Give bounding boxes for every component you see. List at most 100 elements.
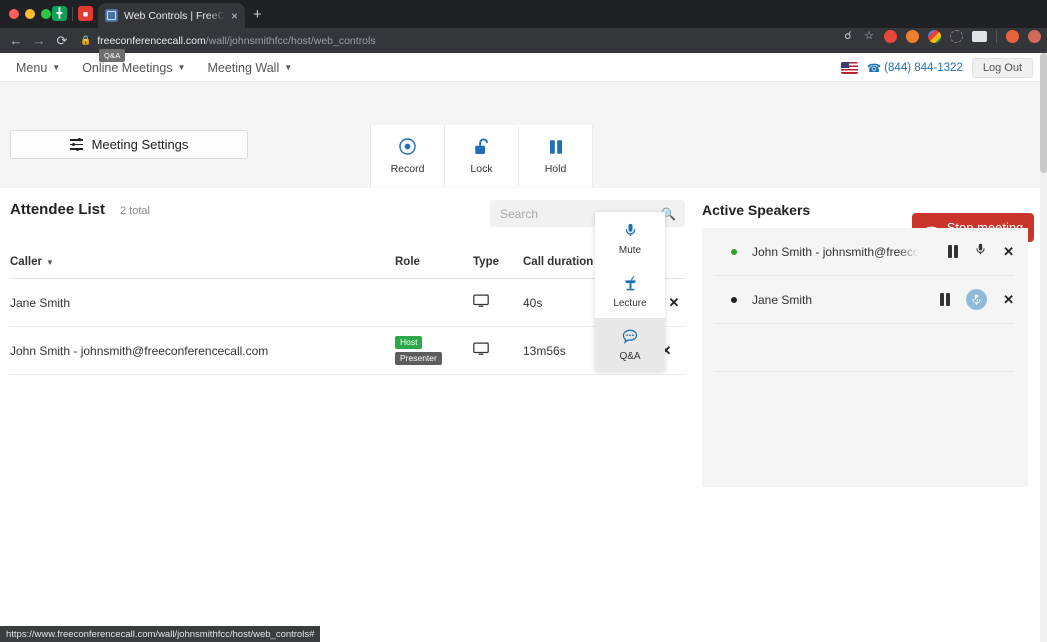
table-row: John Smith - johnsmith@freeconferencecal…: [10, 327, 685, 375]
active-speakers-title: Active Speakers: [702, 202, 810, 218]
speaking-indicator: [716, 249, 752, 255]
password-key-icon[interactable]: ☌: [842, 30, 854, 43]
microphone-muted-icon[interactable]: [966, 289, 987, 310]
url-domain: freeconferencecall.com: [97, 35, 206, 47]
nav-item-menu[interactable]: Menu ▼: [16, 61, 60, 75]
dropdown-item-label: Lecture: [613, 298, 646, 309]
extension-color-wheel-icon[interactable]: [928, 30, 941, 43]
attendee-total-count: 2 total: [120, 205, 150, 217]
nav-item-label: Menu: [16, 61, 47, 75]
pause-icon[interactable]: [940, 293, 951, 306]
microphone-icon: [623, 221, 638, 239]
site-nav-right: ☎ (844) 844-1322 Log Out: [841, 53, 1033, 82]
status-bar-url: https://www.freeconferencecall.com/wall/…: [0, 626, 320, 642]
attendee-name: Jane Smith: [10, 296, 395, 310]
speaker-name: John Smith - johnsmith@freeco: [752, 245, 918, 259]
toolbar-button-label: Lock: [470, 163, 492, 175]
speaker-controls: ✕: [918, 241, 1014, 262]
remove-attendee-icon[interactable]: ✕: [669, 295, 680, 311]
speaker-controls: ✕: [918, 289, 1014, 310]
chevron-down-icon: ▼: [178, 63, 186, 72]
list-item: [716, 372, 1014, 420]
bookmark-star-icon[interactable]: ☆: [863, 30, 875, 43]
tab-title: Web Controls | FreeConference: [124, 10, 225, 22]
address-bar-url: freeconferencecall.com/wall/johnsmithfcc…: [97, 35, 375, 47]
column-header-duration: Call duration: [523, 256, 605, 268]
forward-icon[interactable]: →: [32, 33, 46, 48]
table-header-row: Caller ▼ Role Type Call duration Control…: [10, 246, 685, 279]
monitor-icon: [473, 342, 523, 359]
divider: [72, 7, 73, 21]
more-options-dropdown: Mute Lecture Q&A: [595, 212, 665, 371]
lock-icon: 🔒: [80, 35, 91, 46]
remove-speaker-icon[interactable]: ✕: [1003, 244, 1014, 260]
maximize-window-button[interactable]: [41, 9, 51, 19]
dropdown-item-lecture[interactable]: Lecture: [595, 265, 665, 318]
extension-window-icon[interactable]: [972, 31, 987, 42]
speaker-name: Jane Smith: [752, 293, 918, 307]
browser-tab[interactable]: Web Controls | FreeConference ×: [98, 3, 245, 28]
new-tab-button[interactable]: +: [253, 7, 262, 22]
reload-icon[interactable]: ⟳: [55, 33, 69, 49]
nav-item-label: Online Meetings: [82, 61, 172, 75]
status-badge-presenter: Presenter: [395, 352, 442, 365]
profile-avatar-icon[interactable]: [1006, 30, 1019, 43]
active-speakers-panel: John Smith - johnsmith@freeco ✕ Jane Smi…: [702, 228, 1028, 487]
speaking-indicator: [716, 297, 752, 303]
divider: [996, 30, 997, 43]
close-icon[interactable]: ×: [231, 10, 238, 22]
sort-caret-icon: ▼: [46, 258, 54, 267]
window-traffic-lights[interactable]: [9, 9, 51, 19]
column-header-type: Type: [473, 256, 523, 268]
list-item: John Smith - johnsmith@freeco ✕: [716, 228, 1014, 276]
phone-number: (844) 844-1322: [884, 62, 963, 74]
record-icon: [398, 137, 417, 156]
dropdown-item-label: Q&A: [619, 351, 640, 362]
column-header-role: Role: [395, 256, 473, 268]
column-header-caller[interactable]: Caller ▼: [10, 256, 395, 268]
chevron-down-icon: ▼: [52, 63, 60, 72]
support-phone[interactable]: ☎ (844) 844-1322: [867, 61, 963, 75]
meeting-settings-label: Meeting Settings: [92, 137, 189, 152]
list-item: Jane Smith ✕: [716, 276, 1014, 324]
attendee-table: Caller ▼ Role Type Call duration Control…: [10, 246, 685, 375]
url-path: /wall/johnsmithfcc/host/web_controls: [206, 35, 376, 47]
minimize-window-button[interactable]: [25, 9, 35, 19]
dropdown-item-qa[interactable]: Q&A: [595, 318, 665, 371]
extension-dashed-icon[interactable]: [950, 30, 963, 43]
nav-item-meeting-wall[interactable]: Meeting Wall ▼: [207, 61, 292, 75]
phone-icon: ☎: [867, 61, 881, 75]
meeting-settings-button[interactable]: Meeting Settings: [10, 130, 248, 159]
browser-tab-bar: ╋ ■ Web Controls | FreeConference × +: [0, 0, 1047, 28]
meeting-toolbar: Record Lock Hold: [370, 125, 593, 187]
nav-item-label: Meeting Wall: [207, 61, 279, 75]
sheets-icon[interactable]: ╋: [52, 6, 67, 21]
web-controls-favicon: [105, 9, 118, 22]
pause-icon[interactable]: [948, 245, 959, 258]
nav-item-online-meetings[interactable]: Online Meetings ▼: [82, 61, 185, 75]
logout-button[interactable]: Log Out: [972, 58, 1033, 78]
attendee-duration: 13m56s: [523, 344, 605, 358]
back-icon[interactable]: ←: [9, 33, 23, 48]
table-row: Jane Smith 40s ✕: [10, 279, 685, 327]
monitor-icon: [473, 294, 523, 311]
qa-tooltip: Q&A: [99, 49, 125, 62]
pinned-app-icons: ╋ ■: [52, 6, 93, 21]
column-label: Caller: [10, 256, 42, 268]
close-window-button[interactable]: [9, 9, 19, 19]
toolbar-button-hold[interactable]: Hold: [519, 125, 593, 187]
menu-avatar-icon[interactable]: [1028, 30, 1041, 43]
us-flag-icon[interactable]: [841, 62, 858, 74]
extension-orange-icon[interactable]: [906, 30, 919, 43]
dropdown-item-mute[interactable]: Mute: [595, 212, 665, 265]
record-icon[interactable]: ■: [78, 6, 93, 21]
extension-red-icon[interactable]: [884, 30, 897, 43]
hold-icon: [547, 137, 565, 156]
remove-speaker-icon[interactable]: ✕: [1003, 292, 1014, 308]
toolbar-button-lock[interactable]: Lock: [445, 125, 519, 187]
page-scrollbar-thumb[interactable]: [1040, 53, 1047, 173]
lectern-icon: [622, 274, 639, 292]
microphone-icon[interactable]: [974, 241, 987, 262]
page-content: Meeting Settings Record Lock Hold: [0, 82, 1047, 620]
toolbar-button-record[interactable]: Record: [371, 125, 445, 187]
